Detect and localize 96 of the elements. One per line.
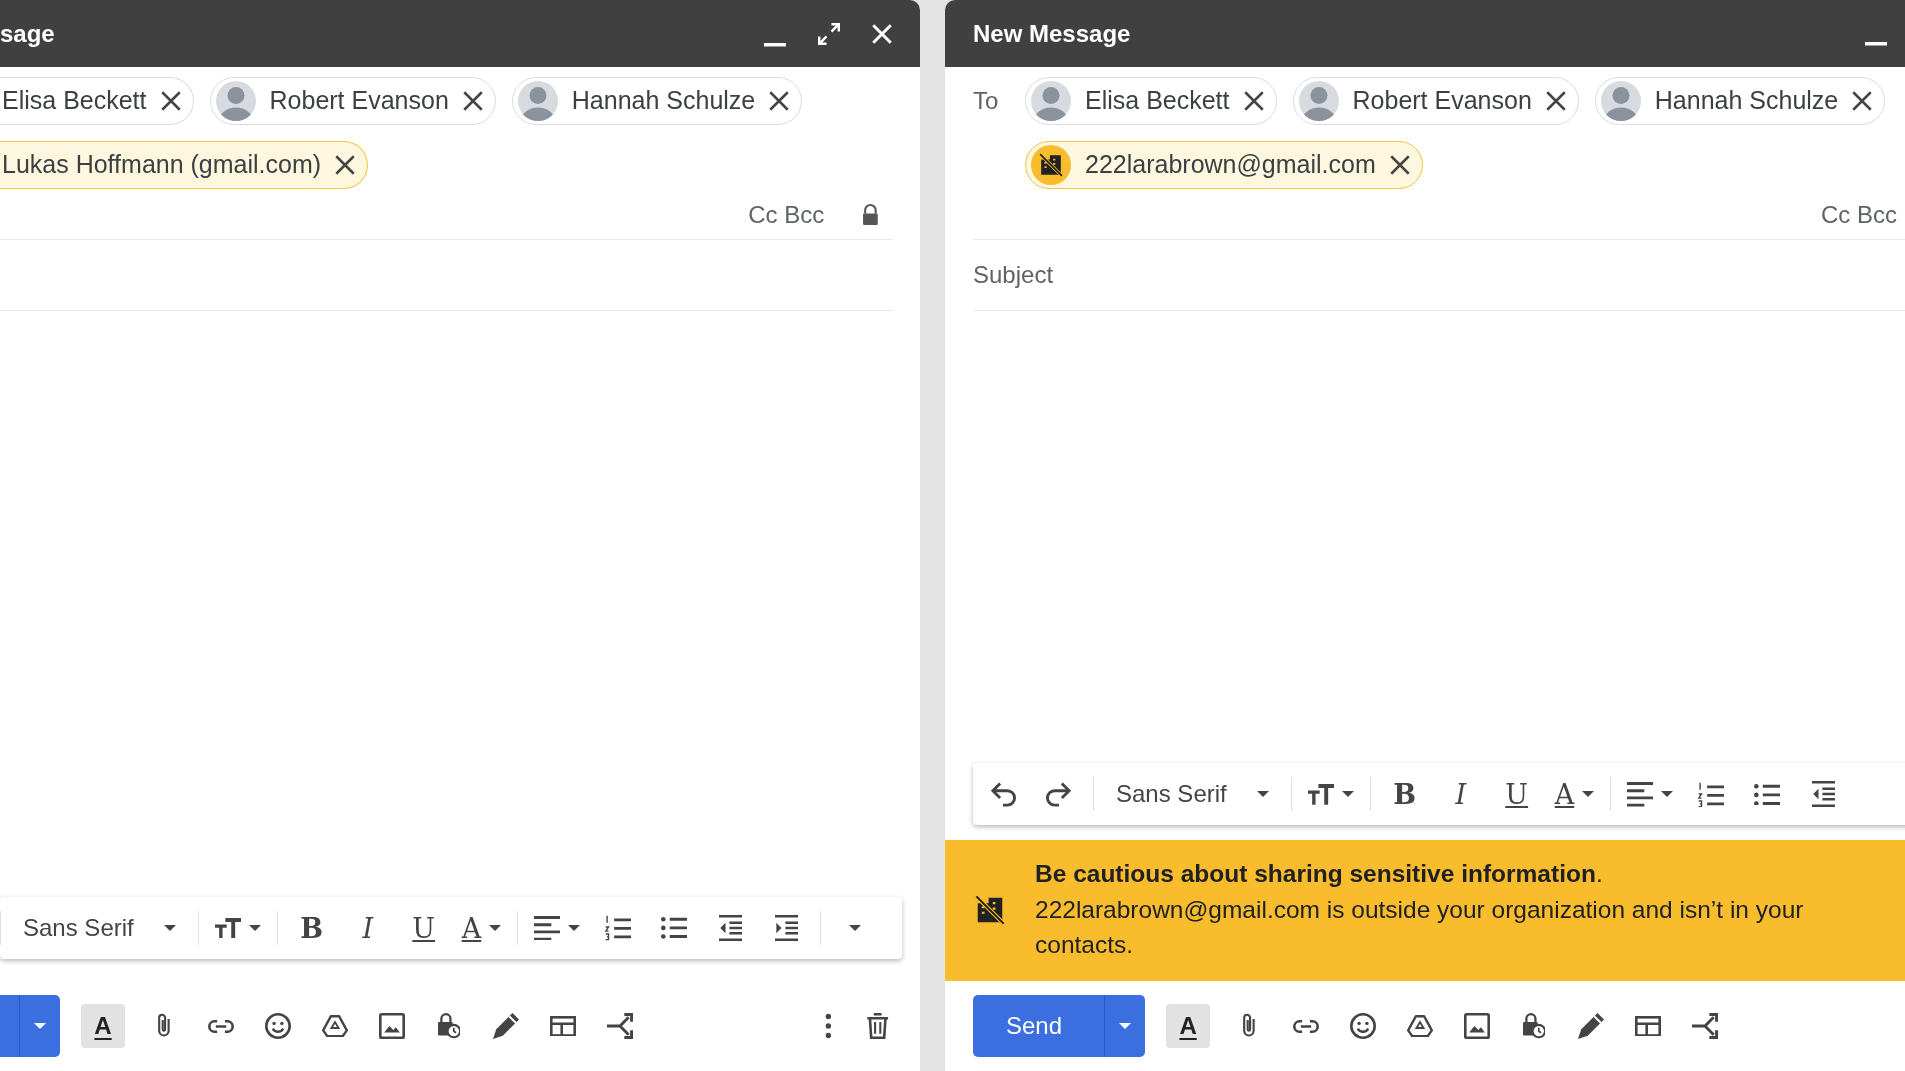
cc-bcc-link[interactable]: Cc Bcc	[748, 197, 825, 233]
recipient-chip[interactable]: Robert Evanson	[209, 77, 496, 125]
link-icon	[1293, 1019, 1320, 1033]
bulleted-list-icon	[1754, 783, 1781, 806]
caret-icon	[1582, 791, 1595, 798]
font-dropdown[interactable]: Sans Serif	[1106, 772, 1279, 817]
recipient-name: Elisa Beckett	[2, 85, 147, 117]
remove-icon	[335, 155, 356, 175]
caret-icon	[849, 925, 862, 931]
smiley-icon	[1350, 1013, 1377, 1039]
link-icon	[208, 1019, 234, 1033]
align-icon	[1627, 782, 1654, 807]
caret-icon	[163, 925, 176, 931]
remove-icon	[462, 91, 483, 111]
recipient-chip[interactable]: 222larabrown@gmail.com	[1025, 141, 1423, 189]
remove-icon	[1852, 91, 1873, 111]
caret-icon	[568, 925, 581, 931]
subject-field[interactable]: Subject	[973, 257, 1054, 293]
outdent-icon	[1811, 781, 1835, 808]
lock-clock-icon	[437, 1013, 461, 1039]
font-dropdown[interactable]: Sans Serif	[13, 906, 186, 950]
remove-icon	[1389, 155, 1410, 175]
underline-button[interactable]: U	[1494, 772, 1539, 817]
caret-icon	[489, 925, 502, 931]
image-icon	[1464, 1013, 1491, 1039]
align-icon	[534, 915, 561, 941]
recipient-name: Hannah Schulze	[1654, 85, 1839, 117]
minimize-icon	[764, 43, 786, 47]
bulleted-list-icon	[661, 917, 688, 939]
caret-icon	[1661, 791, 1674, 798]
caret-icon	[1256, 791, 1269, 798]
crossed-building-icon	[975, 894, 1005, 925]
text-size-icon	[214, 917, 241, 939]
layout-icon	[550, 1015, 576, 1037]
split-arrow-icon	[607, 1013, 633, 1039]
bold-button[interactable]: B	[289, 906, 334, 950]
indent-icon	[774, 915, 798, 941]
pen-icon	[493, 1013, 519, 1039]
to-label: To	[973, 86, 1000, 116]
window-title: sage	[0, 18, 55, 49]
warning-title: Be cautious about sharing sensitive information.	[1035, 859, 1604, 890]
remove-icon	[769, 91, 790, 111]
caret-icon	[248, 925, 261, 931]
minimize-icon	[1865, 42, 1887, 46]
paperclip-icon	[1243, 1013, 1255, 1039]
recipient-chip[interactable]: Hannah Schulze	[1594, 77, 1886, 125]
numbered-list-icon	[605, 915, 632, 941]
cc-bcc-link[interactable]: Cc Bcc	[1821, 197, 1897, 233]
recipient-chip[interactable]: Lukas Hoffmann (gmail.com)	[0, 141, 369, 189]
underline-button[interactable]: U	[401, 906, 446, 950]
trash-icon	[866, 1013, 890, 1039]
expand-icon	[818, 22, 840, 45]
caret-icon	[34, 1023, 46, 1029]
formatting-toggle[interactable]: A	[81, 1004, 125, 1048]
italic-button[interactable]: I	[1438, 772, 1483, 817]
recipient-name: Lukas Hoffmann (gmail.com)	[2, 149, 322, 181]
bold-button[interactable]: B	[1382, 772, 1427, 817]
recipient-name: Hannah Schulze	[571, 85, 756, 117]
recipient-chip[interactable]: Hannah Schulze	[511, 77, 803, 125]
recipient-name: Robert Evanson	[269, 85, 449, 117]
recipient-chip[interactable]: Elisa Beckett	[0, 77, 194, 125]
recipient-chip[interactable]: Robert Evanson	[1292, 77, 1579, 125]
triangle-icon	[1407, 1014, 1434, 1038]
formatting-toggle[interactable]: A	[1166, 1004, 1211, 1048]
remove-icon	[160, 91, 181, 111]
more-icon	[824, 1013, 832, 1039]
image-icon	[379, 1013, 405, 1039]
undo-icon	[990, 782, 1016, 807]
window-title: New Message	[973, 18, 1131, 49]
smiley-icon	[265, 1013, 291, 1039]
text-size-icon	[1307, 784, 1334, 805]
caret-icon	[1341, 791, 1354, 798]
close-icon	[872, 23, 892, 44]
recipient-name: 222larabrown@gmail.com	[1085, 149, 1376, 181]
warning-text: 222larabrown@gmail.com is outside your organization and isn’t in your contacts.	[1035, 894, 1805, 961]
pen-icon	[1578, 1013, 1605, 1039]
recipient-chip[interactable]: Elisa Beckett	[1025, 77, 1277, 125]
triangle-icon	[322, 1014, 348, 1038]
text-color-button[interactable]: A	[457, 906, 506, 950]
caret-icon	[1119, 1023, 1132, 1029]
lock-clock-icon	[1522, 1013, 1546, 1039]
remove-icon	[1243, 91, 1264, 111]
recipient-name: Elisa Beckett	[1085, 85, 1230, 117]
crossed-building-icon	[1039, 153, 1063, 177]
redo-icon	[1046, 782, 1072, 807]
recipient-name: Robert Evanson	[1352, 85, 1532, 117]
numbered-list-icon	[1698, 781, 1725, 808]
layout-icon	[1635, 1015, 1662, 1037]
italic-button[interactable]: I	[345, 906, 390, 950]
split-arrow-icon	[1692, 1013, 1719, 1039]
paperclip-icon	[158, 1013, 170, 1039]
remove-icon	[1545, 91, 1566, 111]
text-color-button[interactable]: A	[1550, 772, 1599, 817]
outdent-icon	[718, 915, 742, 941]
send-button[interactable]: Send	[973, 995, 1146, 1057]
person-silhouette-icon	[1034, 87, 1068, 121]
